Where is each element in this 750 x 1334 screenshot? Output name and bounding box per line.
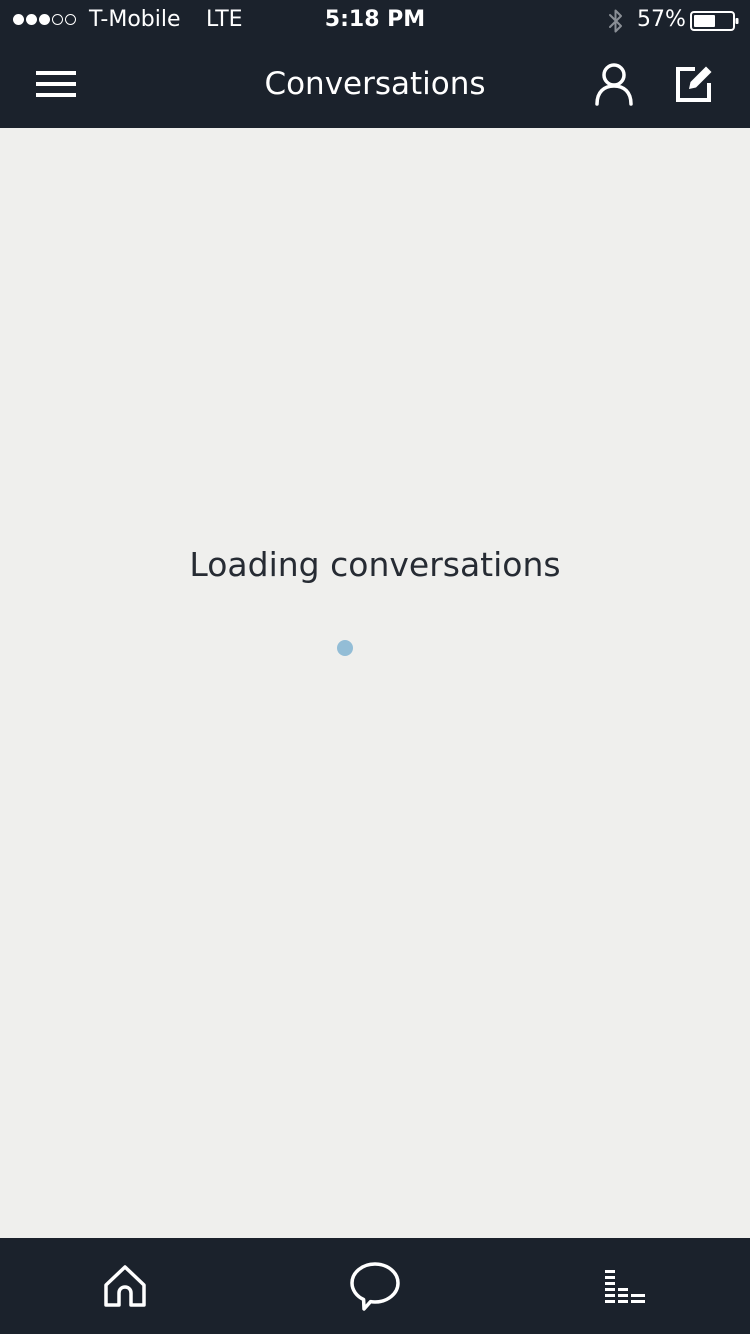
loading-message: Loading conversations (189, 545, 561, 584)
speech-bubble-icon (350, 1262, 400, 1311)
equalizer-bars-icon (605, 1270, 645, 1303)
profile-button[interactable] (588, 58, 640, 110)
tab-conversations[interactable] (345, 1256, 405, 1316)
nav-bar: Conversations (0, 40, 750, 128)
tab-home[interactable] (95, 1256, 155, 1316)
tab-activity[interactable] (595, 1256, 655, 1316)
bottom-tab-bar (0, 1238, 750, 1334)
status-bar: T-Mobile LTE 5:18 PM 57% (0, 0, 750, 40)
compose-icon (676, 66, 712, 102)
battery-percentage: 57% (637, 7, 686, 32)
person-icon (595, 63, 633, 106)
battery-icon (690, 10, 740, 38)
bluetooth-icon (607, 8, 625, 40)
compose-button[interactable] (668, 58, 720, 110)
home-icon (104, 1265, 146, 1307)
conversations-content: Loading conversations (0, 128, 750, 1238)
loading-spinner (337, 640, 353, 656)
top-bar: T-Mobile LTE 5:18 PM 57% Conversations (0, 0, 750, 128)
